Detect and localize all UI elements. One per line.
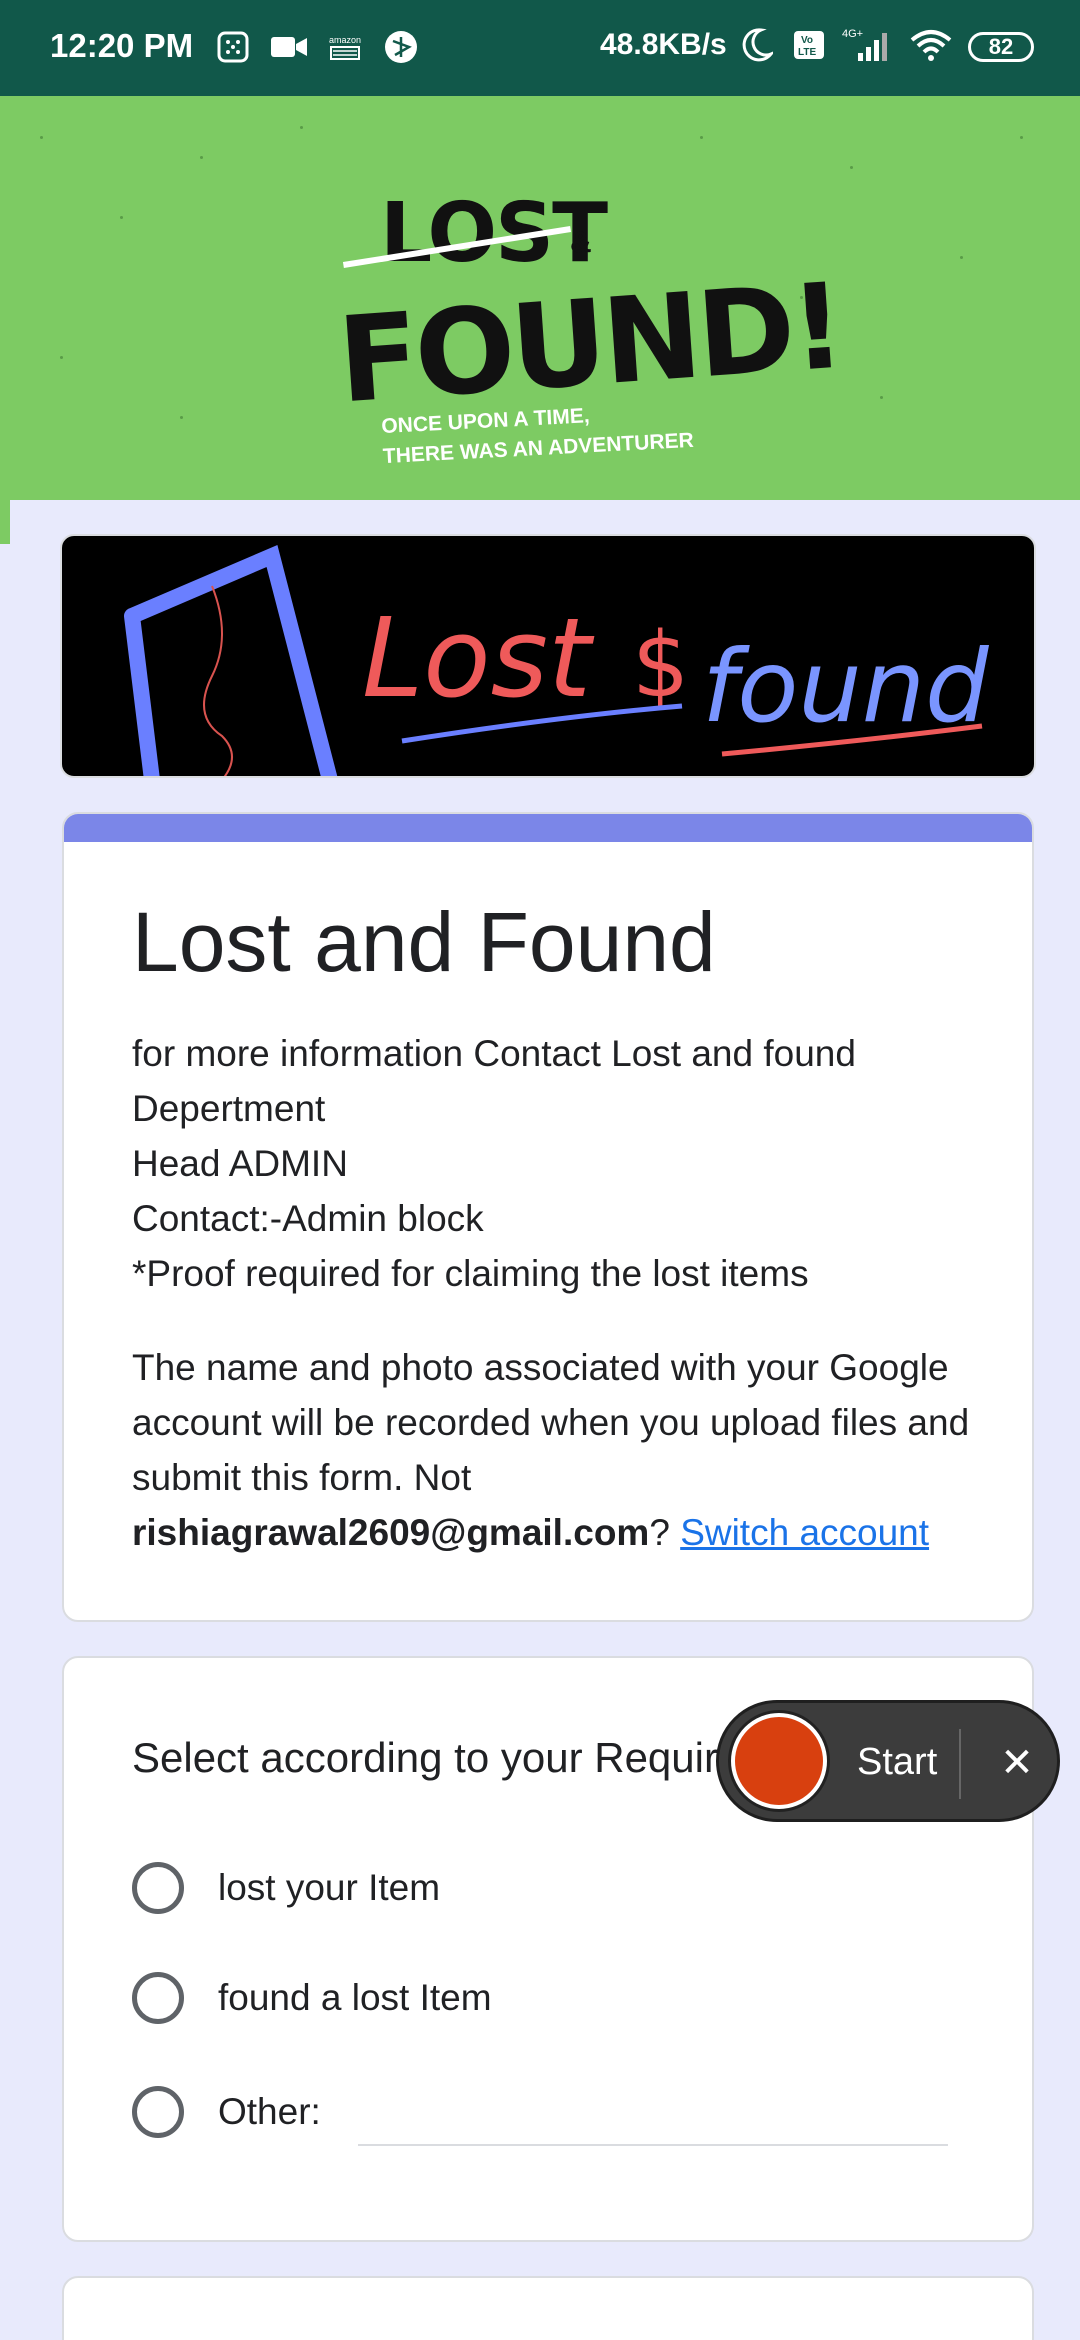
account-notice: The name and photo associated with your … xyxy=(132,1340,1012,1560)
header-image: Lost $ found xyxy=(60,534,1036,778)
moon-icon xyxy=(738,26,776,64)
account-email: rishiagrawal2609@gmail.com xyxy=(132,1512,650,1553)
form-title: Lost and Found xyxy=(132,895,716,989)
status-time: 12:20 PM xyxy=(50,27,194,64)
battery-indicator: 82 xyxy=(968,32,1034,62)
svg-text:LTE: LTE xyxy=(798,47,816,58)
account-notice-text: The name and photo associated with your … xyxy=(132,1347,970,1498)
status-bar: 12:20 PM amazon 48.8KB/s Vo LTE 4G+ 82 xyxy=(0,0,1080,96)
form-title-card: Lost and Found for more information Cont… xyxy=(62,812,1034,1622)
signal-icon: 4G+ xyxy=(842,26,894,64)
close-icon[interactable]: ✕ xyxy=(987,1733,1047,1793)
option-found-item[interactable]: found a lost Item xyxy=(132,1972,492,2024)
form-description: for more information Contact Lost and fo… xyxy=(132,1026,1012,1301)
next-question-card xyxy=(62,2276,1034,2340)
option-label: found a lost Item xyxy=(218,1977,492,2018)
description-line: Contact:-Admin block xyxy=(132,1198,484,1239)
wifi-icon xyxy=(908,26,954,64)
radio-button[interactable] xyxy=(132,1862,184,1914)
other-text-input[interactable] xyxy=(358,2144,948,2146)
description-line: *Proof required for claiming the lost it… xyxy=(132,1253,809,1294)
svg-text:Vo: Vo xyxy=(801,35,813,46)
option-other[interactable]: Other: xyxy=(132,2086,321,2138)
image-text-found: found xyxy=(702,628,989,745)
svg-text:amazon: amazon xyxy=(329,35,361,45)
switch-account-link[interactable]: Switch account xyxy=(680,1512,929,1553)
option-label: lost your Item xyxy=(218,1867,441,1908)
image-text-amp: $ xyxy=(632,613,689,718)
record-button[interactable] xyxy=(731,1713,827,1809)
option-label: Other: xyxy=(218,2091,321,2132)
banner-edge xyxy=(0,500,10,544)
logo-ampersand: & xyxy=(570,226,592,259)
grid-icon xyxy=(214,28,252,66)
description-line: Head ADMIN xyxy=(132,1143,348,1184)
description-line: for more information Contact Lost and fo… xyxy=(132,1033,856,1074)
option-lost-item[interactable]: lost your Item xyxy=(132,1862,440,1914)
recorder-start-label[interactable]: Start xyxy=(857,1741,937,1784)
screen-recorder-widget: Start ✕ xyxy=(716,1700,1060,1822)
network-speed: 48.8KB/s xyxy=(600,28,727,61)
lost-and-found-logo: LOST & FOUND! ONCE UPON A TIME, THERE WA… xyxy=(330,186,846,486)
radio-button[interactable] xyxy=(132,2086,184,2138)
description-line: Depertment xyxy=(132,1088,326,1129)
amazon-icon: amazon xyxy=(326,28,364,66)
form-header-banner: LOST & FOUND! ONCE UPON A TIME, THERE WA… xyxy=(0,96,1080,500)
form-accent-bar xyxy=(64,814,1032,842)
network-type-label: 4G+ xyxy=(842,28,863,40)
recorder-divider xyxy=(959,1729,961,1799)
volte-icon: Vo LTE xyxy=(790,26,828,64)
video-icon xyxy=(270,28,308,66)
app-icon xyxy=(382,28,420,66)
account-notice-question-mark: ? xyxy=(649,1512,670,1553)
image-text-lost: Lost xyxy=(362,594,595,722)
radio-button[interactable] xyxy=(132,1972,184,2024)
